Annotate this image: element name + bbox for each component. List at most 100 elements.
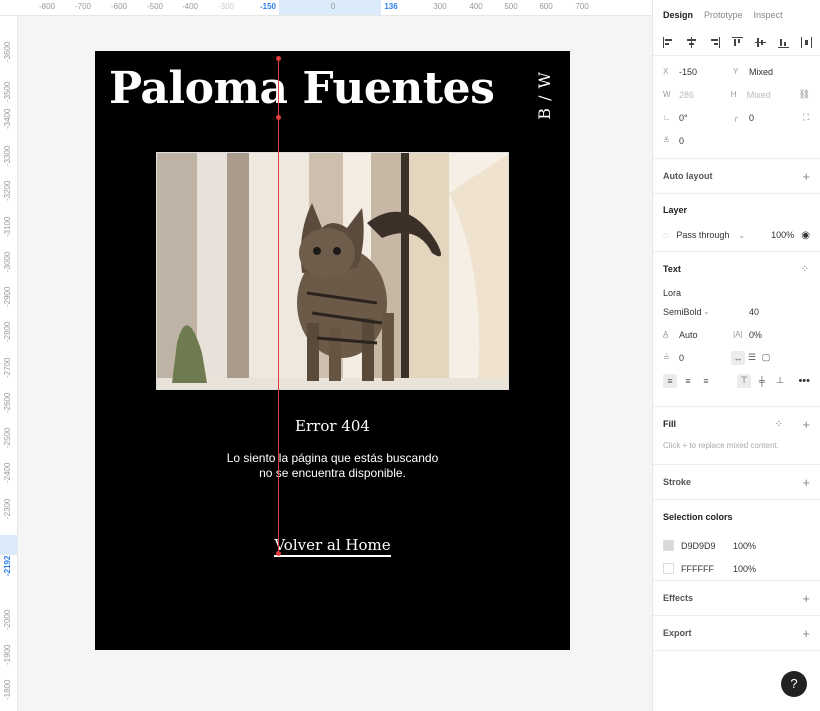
color-opacity[interactable]: 100% bbox=[733, 564, 756, 574]
artboard-404-page[interactable]: Paloma Fuentes B / W Error 404 Lo siento… bbox=[95, 51, 570, 650]
fill-styles-icon[interactable]: ⁘ bbox=[775, 419, 783, 430]
w-input[interactable]: 286 bbox=[679, 90, 694, 100]
auto-width-icon[interactable]: ↔ bbox=[731, 350, 745, 365]
align-vertical-center-icon[interactable] bbox=[755, 37, 766, 48]
corner-radius-input[interactable]: 0 bbox=[749, 113, 754, 123]
text-align-middle-icon[interactable]: ╪ bbox=[755, 374, 769, 388]
h-label: H bbox=[730, 90, 737, 99]
home-link[interactable]: Volver al Home bbox=[274, 536, 391, 557]
color-opacity[interactable]: 100% bbox=[733, 541, 756, 551]
ruler-selection-highlight bbox=[0, 535, 17, 555]
cat-photo-illustration bbox=[157, 153, 508, 389]
add-effect-icon[interactable]: + bbox=[802, 591, 810, 606]
design-canvas[interactable]: Paloma Fuentes B / W Error 404 Lo siento… bbox=[19, 17, 652, 711]
ruler-label-selected: -2192 bbox=[3, 555, 12, 576]
align-right-icon[interactable] bbox=[709, 37, 720, 48]
y-input[interactable]: Mixed bbox=[749, 67, 773, 77]
chevron-down-icon[interactable]: ⌄ bbox=[703, 307, 749, 316]
cat-photo[interactable] bbox=[156, 152, 509, 390]
tab-design[interactable]: Design bbox=[663, 10, 693, 20]
position-section: X -150 Y Mixed W 286 H Mixed ⛓ ∟ 0° ╭ 0 ⛶ ≚ 0 bbox=[653, 56, 820, 159]
ruler-label-selected: 136 bbox=[384, 2, 398, 11]
text-styles-icon[interactable]: ⁘ bbox=[801, 264, 809, 275]
text-align-left-icon[interactable]: ≡ bbox=[663, 373, 677, 388]
align-bottom-icon[interactable] bbox=[778, 37, 789, 48]
vertical-bw-text[interactable]: B / W bbox=[535, 71, 554, 120]
spacing-icon: ≚ bbox=[663, 136, 670, 145]
paragraph-spacing-input[interactable]: 0 bbox=[679, 353, 684, 363]
line-height-icon: A̲ bbox=[663, 330, 669, 339]
align-top-icon[interactable] bbox=[732, 37, 743, 48]
independent-corners-icon[interactable]: ⛶ bbox=[803, 112, 809, 123]
line-height-input[interactable]: Auto bbox=[679, 330, 698, 340]
ruler-label: 0 bbox=[330, 2, 336, 11]
error-message[interactable]: Lo siento la página que estás buscando n… bbox=[95, 451, 570, 481]
text-align-top-icon[interactable]: ⊤ bbox=[737, 373, 751, 388]
ruler-label: -700 bbox=[74, 2, 92, 11]
color-hex[interactable]: FFFFFF bbox=[681, 564, 733, 574]
distribute-icon[interactable] bbox=[801, 37, 812, 48]
add-auto-layout-icon[interactable]: + bbox=[802, 169, 810, 184]
spacing-input[interactable]: 0 bbox=[679, 136, 684, 146]
w-label: W bbox=[663, 90, 671, 99]
auto-height-icon[interactable]: ☰ bbox=[745, 351, 759, 365]
help-button[interactable]: ? bbox=[781, 671, 807, 697]
ruler-label: -3600 bbox=[3, 41, 12, 62]
ruler-label: 400 bbox=[469, 2, 483, 11]
guide-handle bbox=[276, 56, 281, 61]
eye-icon[interactable]: ◉ bbox=[801, 230, 810, 241]
ruler-label: -2800 bbox=[3, 321, 12, 342]
blend-mode-icon: ◌ bbox=[663, 230, 669, 240]
add-stroke-icon[interactable]: + bbox=[802, 475, 810, 490]
alignment-toolbar bbox=[653, 30, 820, 56]
ruler-label: 700 bbox=[575, 2, 589, 11]
font-family-select[interactable]: Lora bbox=[663, 288, 681, 298]
chevron-down-icon[interactable]: ⌄ bbox=[738, 231, 745, 240]
tab-prototype[interactable]: Prototype bbox=[704, 10, 743, 20]
tab-inspect[interactable]: Inspect bbox=[754, 10, 783, 20]
color-hex[interactable]: D9D9D9 bbox=[681, 541, 733, 551]
rotation-input[interactable]: 0° bbox=[679, 113, 688, 123]
fill-section: Fill ⁘ + Click + to replace mixed conten… bbox=[653, 407, 820, 465]
layer-section: Layer ◌ Pass through ⌄ 100% ◉ bbox=[653, 194, 820, 252]
layer-opacity-input[interactable]: 100% bbox=[771, 230, 794, 240]
page-title[interactable]: Paloma Fuentes bbox=[109, 63, 495, 114]
text-align-center-icon[interactable]: ≡ bbox=[681, 374, 695, 388]
color-swatch[interactable] bbox=[663, 563, 674, 574]
selection-colors-section: Selection colors D9D9D9 100% FFFFFF 100% bbox=[653, 500, 820, 581]
align-left-icon[interactable] bbox=[663, 37, 674, 48]
export-section: Export + bbox=[653, 616, 820, 651]
ruler-label: -2900 bbox=[3, 286, 12, 307]
add-fill-icon[interactable]: + bbox=[802, 417, 810, 432]
ruler-label: -500 bbox=[146, 2, 164, 11]
blend-mode-select[interactable]: Pass through bbox=[676, 230, 738, 240]
error-heading[interactable]: Error 404 bbox=[95, 417, 570, 435]
ruler-label: -3100 bbox=[3, 216, 12, 237]
ruler-label: -2400 bbox=[3, 462, 12, 483]
ruler-label: 300 bbox=[433, 2, 447, 11]
text-align-bottom-icon[interactable]: ⊥ bbox=[773, 374, 787, 388]
effects-title: Effects bbox=[663, 593, 694, 603]
letter-spacing-input[interactable]: 0% bbox=[749, 330, 762, 340]
auto-layout-title: Auto layout bbox=[663, 171, 713, 181]
fixed-size-icon[interactable]: ▢ bbox=[759, 351, 773, 365]
align-horizontal-center-icon[interactable] bbox=[686, 37, 697, 48]
constrain-proportions-icon[interactable]: ⛓ bbox=[799, 89, 810, 100]
text-align-right-icon[interactable]: ≡ bbox=[699, 374, 713, 388]
font-weight-select[interactable]: SemiBold bbox=[663, 307, 703, 317]
ruler-label: -3200 bbox=[3, 180, 12, 201]
add-export-icon[interactable]: + bbox=[802, 626, 810, 641]
corner-radius-icon: ╭ bbox=[733, 113, 738, 122]
ruler-label: -2500 bbox=[3, 427, 12, 448]
text-title: Text bbox=[663, 264, 681, 274]
color-swatch[interactable] bbox=[663, 540, 674, 551]
ruler-label: -600 bbox=[110, 2, 128, 11]
x-input[interactable]: -150 bbox=[679, 67, 697, 77]
layer-title: Layer bbox=[663, 205, 688, 215]
more-options-icon[interactable]: ••• bbox=[798, 375, 810, 387]
x-label: X bbox=[663, 67, 669, 76]
h-input[interactable]: Mixed bbox=[747, 90, 771, 100]
font-size-input[interactable]: 40 bbox=[749, 307, 759, 317]
ruler-label: -2700 bbox=[3, 357, 12, 378]
error-message-line-2: no se encuentra disponible. bbox=[259, 466, 406, 480]
